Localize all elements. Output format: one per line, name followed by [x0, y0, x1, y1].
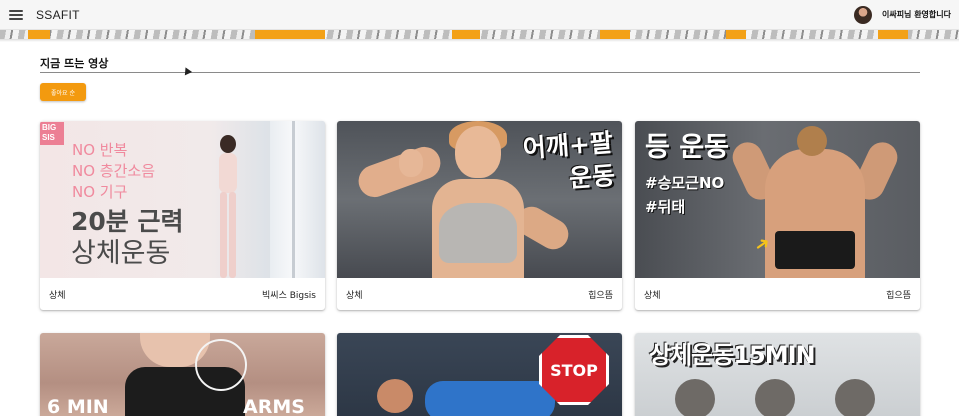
- video-thumbnail[interactable]: 어깨+팔 운동: [337, 121, 622, 278]
- video-card[interactable]: 6 MIN ARMS: [40, 333, 325, 416]
- welcome-text: 이싸피님 환영합니다: [881, 10, 951, 19]
- section-divider: [40, 72, 920, 73]
- channel-logo: BIG SIS: [40, 122, 64, 145]
- video-card[interactable]: STOP: [337, 333, 622, 416]
- banner-shadow: [0, 39, 959, 42]
- mouse-cursor-icon: [181, 65, 193, 76]
- stop-sign-icon: STOP: [539, 335, 609, 405]
- person-figure: [797, 126, 827, 156]
- app-bar: SSAFIT 이싸피님 환영합니다: [0, 0, 959, 30]
- thumbnail-headline: 상체운동15MIN: [649, 341, 816, 369]
- avatar[interactable]: [853, 5, 872, 24]
- highlight-circle: [195, 339, 247, 391]
- person-figure: [675, 379, 715, 416]
- thumbnail-headline: 등 운동: [645, 132, 729, 163]
- person-figure: [455, 126, 501, 178]
- window-decoration: [270, 121, 325, 278]
- channel-name: 빅씨스 Bigsis: [262, 290, 316, 301]
- sort-by-likes-button[interactable]: 좋아요 순: [40, 83, 86, 101]
- banner-image: [0, 30, 959, 39]
- card-meta: 상체 힙으뜸: [337, 278, 622, 310]
- video-thumbnail[interactable]: 상체운동15MIN: [635, 333, 920, 416]
- video-category: 상체: [346, 290, 363, 301]
- video-card[interactable]: 어깨+팔 운동 상체 힙으뜸: [337, 121, 622, 310]
- thumbnail-caption: NO 반복 NO 층간소음 NO 기구: [72, 141, 155, 201]
- person-figure: [354, 142, 445, 202]
- person-figure: [425, 381, 555, 416]
- person-figure: [439, 203, 517, 263]
- card-meta: 상체 힙으뜸: [635, 278, 920, 310]
- thumbnail-headline: ARMS: [243, 396, 305, 416]
- thumbnail-headline: 어깨+팔 운동: [521, 127, 617, 193]
- person-figure: [755, 379, 795, 416]
- brand-title[interactable]: SSAFIT: [36, 8, 80, 22]
- video-category: 상체: [644, 290, 661, 301]
- video-thumbnail[interactable]: STOP: [337, 333, 622, 416]
- section-title: 지금 뜨는 영상: [40, 57, 109, 70]
- card-meta: 상체 빅씨스 Bigsis: [40, 278, 325, 310]
- video-thumbnail[interactable]: 등 운동 #승모근NO #뒤태 ➜: [635, 121, 920, 278]
- person-figure: [219, 135, 237, 278]
- thumbnail-tags: #승모근NO #뒤태: [645, 174, 725, 216]
- person-figure: [399, 149, 423, 177]
- window-frame: [292, 121, 295, 278]
- thumbnail-headline: 6 MIN: [47, 396, 109, 416]
- user-area: 이싸피님 환영합니다: [853, 5, 951, 24]
- channel-name: 힙으뜸: [588, 290, 613, 301]
- video-card[interactable]: 등 운동 #승모근NO #뒤태 ➜ 상체 힙으뜸: [635, 121, 920, 310]
- person-figure: [377, 379, 413, 413]
- person-figure: [775, 231, 855, 269]
- video-category: 상체: [49, 290, 66, 301]
- channel-name: 힙으뜸: [886, 290, 911, 301]
- video-thumbnail[interactable]: BIG SIS NO 반복 NO 층간소음 NO 기구 20분 근력 상체운동: [40, 121, 325, 278]
- thumbnail-headline: 20분 근력: [71, 207, 184, 236]
- video-card[interactable]: BIG SIS NO 반복 NO 층간소음 NO 기구 20분 근력 상체운동 …: [40, 121, 325, 310]
- menu-icon[interactable]: [9, 9, 23, 20]
- person-figure: [835, 379, 875, 416]
- video-thumbnail[interactable]: 6 MIN ARMS: [40, 333, 325, 416]
- thumbnail-subheadline: 상체운동: [71, 238, 171, 269]
- video-card[interactable]: 상체운동15MIN: [635, 333, 920, 416]
